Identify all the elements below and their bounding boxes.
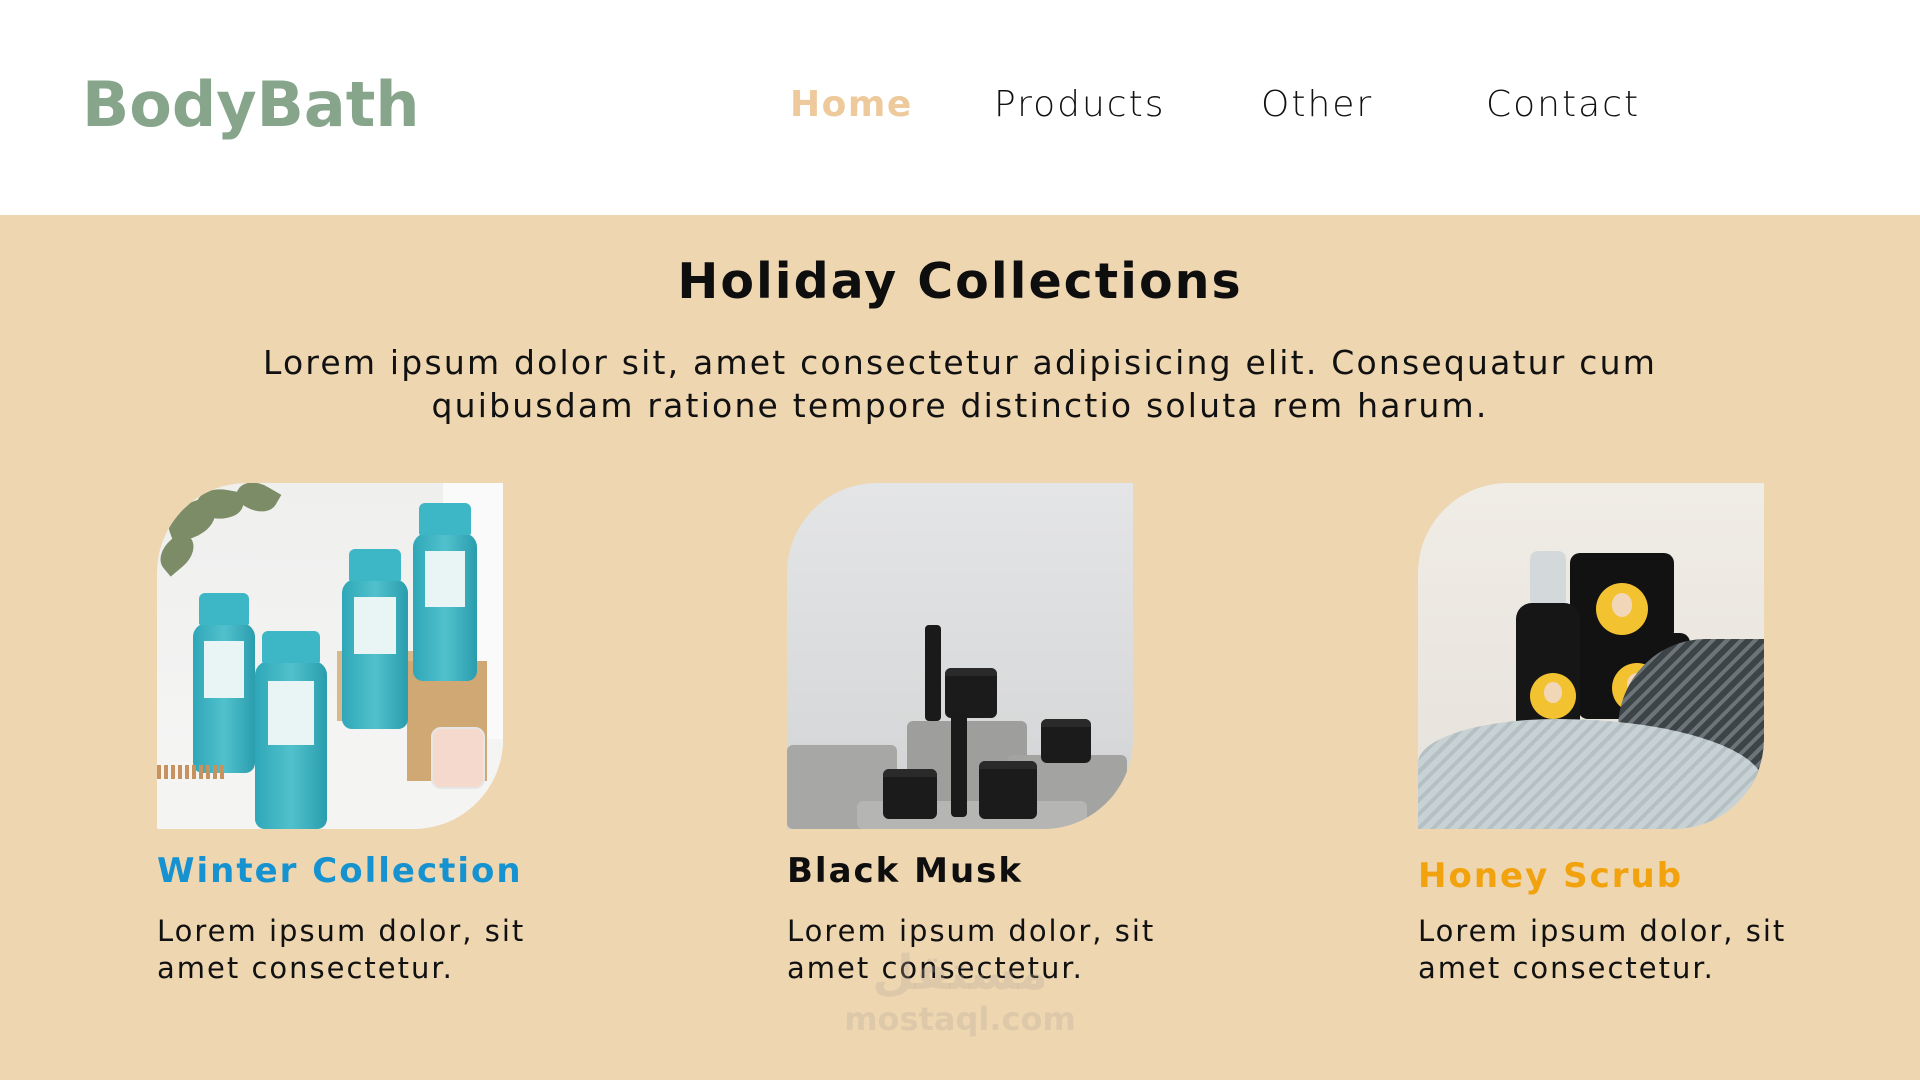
product-image-black-jars[interactable] <box>787 483 1133 829</box>
nav-item-contact[interactable]: Contact <box>1486 84 1640 125</box>
subtitle-line-2: quibusdam ratione tempore distinctio sol… <box>431 386 1489 425</box>
card-title[interactable]: Black Musk <box>787 851 1207 891</box>
comb <box>157 765 227 779</box>
site-header: BodyBath Home Products Other Contact <box>0 0 1920 215</box>
section-subtitle: Lorem ipsum dolor sit, amet consectetur … <box>200 341 1720 427</box>
spray-cap <box>1530 551 1566 607</box>
label-sticker <box>1530 673 1576 719</box>
nav-item-other[interactable]: Other <box>1261 84 1373 125</box>
card-description: Lorem ipsum dolor, sit amet consectetur. <box>157 913 577 987</box>
holiday-collections-section: Holiday Collections Lorem ipsum dolor si… <box>0 215 1920 1080</box>
label-sticker <box>1596 583 1648 635</box>
cosmetic-jar <box>945 668 997 718</box>
shampoo-bottle <box>413 503 477 681</box>
serum-tube <box>925 625 941 721</box>
section-title: Holiday Collections <box>677 253 1243 310</box>
card-description-line: Lorem ipsum dolor, sit <box>157 914 526 948</box>
card-description-line: amet consectetur. <box>787 951 1084 985</box>
card-description-line: Lorem ipsum dolor, sit <box>1418 914 1787 948</box>
cosmetic-jar <box>883 769 937 819</box>
nav-item-products[interactable]: Products <box>994 84 1165 125</box>
card-description-line: Lorem ipsum dolor, sit <box>787 914 1156 948</box>
shampoo-bottle <box>342 549 408 729</box>
cosmetic-jar <box>1041 719 1091 763</box>
card-description: Lorem ipsum dolor, sit amet consectetur. <box>1418 913 1838 987</box>
product-card-black-musk[interactable]: Black Musk Lorem ipsum dolor, sit amet c… <box>787 483 1207 987</box>
card-title[interactable]: Honey Scrub <box>1418 856 1838 896</box>
card-description-line: amet consectetur. <box>1418 951 1715 985</box>
product-image-shampoo-bottles[interactable] <box>157 483 503 829</box>
leaf-decor <box>232 483 282 520</box>
shampoo-bottle <box>255 631 327 829</box>
salt-jar <box>431 727 485 789</box>
card-description: Lorem ipsum dolor, sit amet consectetur. <box>787 913 1207 987</box>
shampoo-bottle <box>193 593 255 773</box>
serum-tube <box>951 713 967 817</box>
product-image-honey-scrub[interactable] <box>1418 483 1764 829</box>
subtitle-line-1: Lorem ipsum dolor sit, amet consectetur … <box>262 343 1658 382</box>
card-description-line: amet consectetur. <box>157 951 454 985</box>
card-title[interactable]: Winter Collection <box>157 851 577 891</box>
nav-item-home[interactable]: Home <box>790 84 913 125</box>
product-card-winter[interactable]: Winter Collection Lorem ipsum dolor, sit… <box>157 483 577 987</box>
product-card-honey-scrub[interactable]: Honey Scrub Lorem ipsum dolor, sit amet … <box>1418 483 1838 987</box>
logo[interactable]: BodyBath <box>82 68 420 141</box>
cosmetic-jar <box>979 761 1037 819</box>
